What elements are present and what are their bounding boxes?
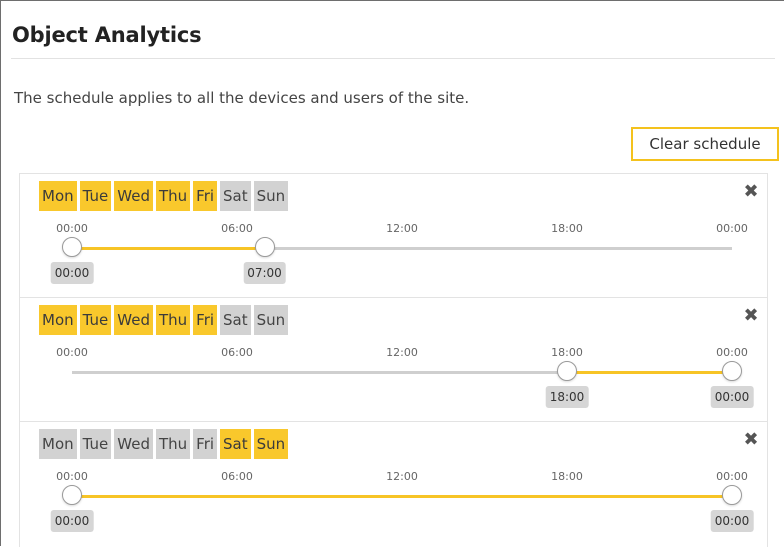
- day-toggle-mon[interactable]: Mon: [39, 181, 77, 211]
- time-slider-range: [567, 371, 732, 374]
- time-slider-range: [72, 247, 265, 250]
- slider-handle-start[interactable]: [62, 485, 82, 505]
- time-slider-range: [72, 495, 732, 498]
- day-toggle-sat[interactable]: Sat: [220, 305, 251, 335]
- clear-schedule-button[interactable]: Clear schedule: [631, 127, 779, 161]
- slider-value-start: 00:00: [50, 262, 94, 284]
- day-toggle-thu[interactable]: Thu: [155, 429, 191, 459]
- day-toggle-sat[interactable]: Sat: [220, 181, 251, 211]
- title-divider: [11, 58, 775, 59]
- day-toggle-tue[interactable]: Tue: [79, 181, 112, 211]
- day-toggle-sun[interactable]: Sun: [253, 429, 289, 459]
- schedule-row: Mon Tue Wed Thu Fri Sat Sun ✖ 00:00 06:00 12:00 18:…: [20, 174, 767, 298]
- slider-value-start: 00:00: [50, 510, 94, 532]
- slider-handle-start[interactable]: [62, 237, 82, 257]
- day-toggle-fri[interactable]: Fri: [193, 181, 218, 211]
- time-tick-label: 12:00: [386, 222, 418, 235]
- day-toggle-thu[interactable]: Thu: [155, 181, 191, 211]
- day-toggle-wed[interactable]: Wed: [114, 429, 153, 459]
- day-selector: Mon Tue Wed Thu Fri Sat Sun: [39, 181, 289, 211]
- day-selector: Mon Tue Wed Thu Fri Sat Sun: [39, 305, 289, 335]
- close-icon[interactable]: ✖: [743, 431, 759, 449]
- time-tick-label: 12:00: [386, 346, 418, 359]
- day-selector: Mon Tue Wed Thu Fri Sat Sun: [39, 429, 289, 459]
- close-icon[interactable]: ✖: [743, 183, 759, 201]
- day-toggle-tue[interactable]: Tue: [79, 305, 112, 335]
- time-tick-label: 00:00: [716, 222, 748, 235]
- schedule-list: Mon Tue Wed Thu Fri Sat Sun ✖ 00:00 06:00 12:00 18:…: [19, 173, 768, 547]
- object-analytics-page: Object Analytics The schedule applies to…: [0, 0, 784, 547]
- slider-value-end: 00:00: [710, 510, 754, 532]
- time-tick-label: 18:00: [551, 470, 583, 483]
- time-tick-label: 00:00: [716, 346, 748, 359]
- time-tick-label: 06:00: [221, 222, 253, 235]
- schedule-description: The schedule applies to all the devices …: [14, 89, 470, 107]
- day-toggle-fri[interactable]: Fri: [193, 429, 218, 459]
- day-toggle-mon[interactable]: Mon: [39, 429, 77, 459]
- slider-handle-start[interactable]: [557, 361, 577, 381]
- slider-handle-end[interactable]: [254, 237, 275, 257]
- day-toggle-sat[interactable]: Sat: [220, 429, 251, 459]
- time-tick-label: 00:00: [56, 346, 88, 359]
- slider-value-start: 18:00: [545, 386, 589, 408]
- slider-value-end: 00:00: [710, 386, 754, 408]
- day-toggle-tue[interactable]: Tue: [79, 429, 112, 459]
- time-tick-label: 18:00: [551, 346, 583, 359]
- time-tick-label: 18:00: [551, 222, 583, 235]
- day-toggle-wed[interactable]: Wed: [114, 181, 153, 211]
- slider-handle-end[interactable]: [722, 485, 742, 505]
- day-toggle-thu[interactable]: Thu: [155, 305, 191, 335]
- time-tick-label: 00:00: [716, 470, 748, 483]
- time-tick-label: 00:00: [56, 470, 88, 483]
- day-toggle-mon[interactable]: Mon: [39, 305, 77, 335]
- schedule-row: Mon Tue Wed Thu Fri Sat Sun ✖ 00:00 06:00 12:00 18:…: [20, 422, 767, 546]
- day-toggle-fri[interactable]: Fri: [193, 305, 218, 335]
- time-tick-label: 06:00: [221, 470, 253, 483]
- schedule-row: Mon Tue Wed Thu Fri Sat Sun ✖ 00:00 06:00 12:00 18:…: [20, 298, 767, 422]
- time-tick-label: 12:00: [386, 470, 418, 483]
- day-toggle-wed[interactable]: Wed: [114, 305, 153, 335]
- day-toggle-sun[interactable]: Sun: [253, 305, 289, 335]
- page-title: Object Analytics: [12, 23, 202, 47]
- slider-value-end: 07:00: [243, 262, 286, 284]
- day-toggle-sun[interactable]: Sun: [253, 181, 289, 211]
- close-icon[interactable]: ✖: [743, 307, 759, 325]
- time-tick-label: 06:00: [221, 346, 253, 359]
- slider-handle-end[interactable]: [722, 361, 742, 381]
- time-tick-label: 00:00: [56, 222, 88, 235]
